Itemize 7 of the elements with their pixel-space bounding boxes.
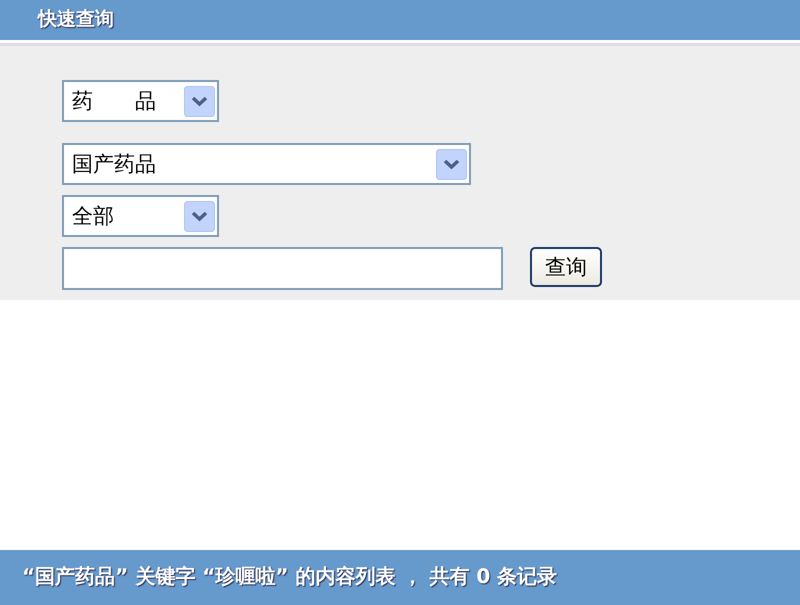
search-field[interactable] (62, 247, 503, 290)
page-title: 快速查询 (38, 7, 114, 32)
status-text: “国产药品” 关键字 “珍喱啦” 的内容列表 ， 共有 0 条记录 (22, 564, 558, 588)
dropdown[interactable]: 国产药品 (62, 143, 471, 185)
dropdown[interactable]: 药 品 (62, 80, 219, 122)
dropdown[interactable]: 全部 (62, 195, 219, 237)
search-button[interactable]: 查询 (530, 247, 602, 287)
